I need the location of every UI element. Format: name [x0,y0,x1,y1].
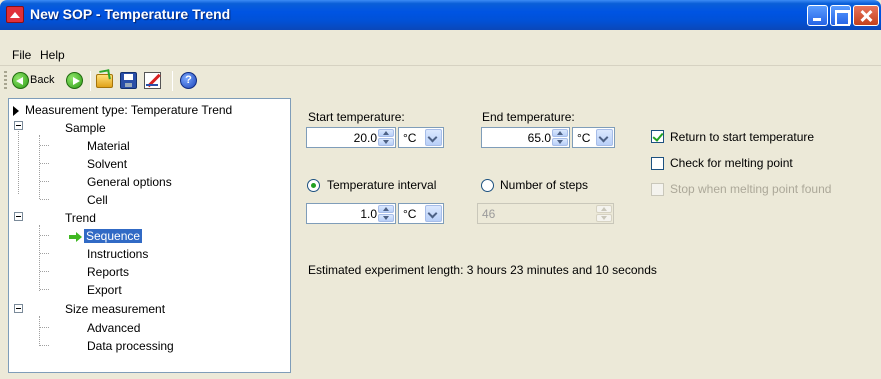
window-title: New SOP - Temperature Trend [30,6,231,22]
tree-line [40,289,49,290]
stop-melting-point-label: Stop when melting point found [670,182,832,196]
spin-down-icon [596,214,612,222]
end-temperature-unit-select[interactable]: °C [572,127,615,148]
chevron-down-icon[interactable] [425,205,442,222]
estimated-experiment-length: Estimated experiment length: 3 hours 23 … [308,263,657,277]
start-temperature-unit[interactable]: °C [403,131,416,145]
tree-line [40,235,49,236]
tree-item-general-options[interactable]: General options [87,175,172,189]
tree-line [40,253,49,254]
spin-down-icon[interactable] [378,138,394,146]
spin-up-icon[interactable] [552,129,568,137]
end-temperature-spinner[interactable]: 65.0 [481,127,570,148]
temperature-interval-label[interactable]: Temperature interval [327,178,436,192]
return-to-start-checkbox[interactable] [651,130,664,143]
current-step-arrow-icon [69,232,83,242]
tree-item-trend[interactable]: Trend [65,211,96,225]
toolbar-separator [172,71,173,91]
menu-file[interactable]: File [12,48,31,62]
help-icon[interactable]: ? [180,72,197,89]
settings-tree[interactable]: Measurement type: Temperature Trend Samp… [8,98,291,373]
return-to-start-label[interactable]: Return to start temperature [670,130,814,144]
tree-item-sequence[interactable]: Sequence [84,229,143,243]
menu-bar: File Help [0,30,881,66]
expand-arrow-icon [13,106,19,116]
tree-item-advanced[interactable]: Advanced [87,321,140,335]
back-arrow-icon[interactable] [12,72,29,89]
start-temperature-unit-select[interactable]: °C [398,127,444,148]
title-bar: New SOP - Temperature Trend [0,0,881,30]
tree-line [18,129,19,194]
temperature-interval-unit[interactable]: °C [403,207,416,221]
save-icon[interactable] [120,72,137,89]
temperature-interval-unit-select[interactable]: °C [398,203,444,224]
spin-down-icon[interactable] [378,214,394,222]
tree-line [40,327,49,328]
tree-item-material[interactable]: Material [87,139,130,153]
number-of-steps-label[interactable]: Number of steps [500,178,588,192]
forward-arrow-icon[interactable] [66,72,83,89]
tree-item-reports[interactable]: Reports [87,265,129,279]
end-temperature-unit[interactable]: °C [577,131,590,145]
number-of-steps-radio[interactable] [481,179,494,192]
tree-line [40,345,49,346]
tree-item-data-processing[interactable]: Data processing [87,339,174,353]
tree-item-cell[interactable]: Cell [87,193,108,207]
close-button[interactable] [853,5,879,26]
tree-root[interactable]: Measurement type: Temperature Trend [25,103,232,117]
tree-line [40,199,49,200]
tree-item-export[interactable]: Export [87,283,122,297]
check-melting-point-label[interactable]: Check for melting point [670,156,793,170]
temperature-interval-radio[interactable] [307,179,320,192]
spin-up-icon[interactable] [378,129,394,137]
spin-up-icon[interactable] [378,205,394,213]
menu-help[interactable]: Help [40,48,65,62]
temperature-interval-spinner[interactable]: 1.0 [306,203,396,224]
check-melting-point-checkbox[interactable] [651,157,664,170]
tree-line [39,316,40,346]
toolbar-grip[interactable] [4,71,7,90]
start-temperature-spinner[interactable]: 20.0 [306,127,396,148]
start-temperature-label: Start temperature: [308,110,405,124]
tree-item-solvent[interactable]: Solvent [87,157,127,171]
collapse-icon[interactable] [14,212,23,221]
edit-icon[interactable] [144,72,161,89]
tree-item-instructions[interactable]: Instructions [87,247,148,261]
minimize-button[interactable] [807,5,828,26]
chevron-down-icon[interactable] [596,129,613,146]
number-of-steps-value[interactable]: 46 [482,207,495,221]
open-folder-icon[interactable] [96,74,113,88]
maximize-button[interactable] [830,5,851,26]
spin-up-icon [596,205,612,213]
tree-line [40,145,49,146]
tree-line [40,271,49,272]
tree-line [40,181,49,182]
back-button-label[interactable]: Back [30,74,54,86]
chevron-down-icon[interactable] [425,129,442,146]
start-temperature-value[interactable]: 20.0 [354,131,377,145]
toolbar-separator [90,71,91,91]
collapse-icon[interactable] [14,304,23,313]
tree-item-size-measurement[interactable]: Size measurement [65,302,165,316]
temperature-interval-value[interactable]: 1.0 [360,207,377,221]
app-icon [6,6,24,23]
collapse-icon[interactable] [14,121,23,130]
number-of-steps-spinner[interactable]: 46 [477,203,614,224]
tree-item-sample[interactable]: Sample [65,121,106,135]
spin-down-icon[interactable] [552,138,568,146]
end-temperature-label: End temperature: [482,110,575,124]
end-temperature-value[interactable]: 65.0 [528,131,551,145]
toolbar: Back ? [0,67,881,94]
stop-melting-point-checkbox[interactable] [651,183,664,196]
tree-line [40,163,49,164]
